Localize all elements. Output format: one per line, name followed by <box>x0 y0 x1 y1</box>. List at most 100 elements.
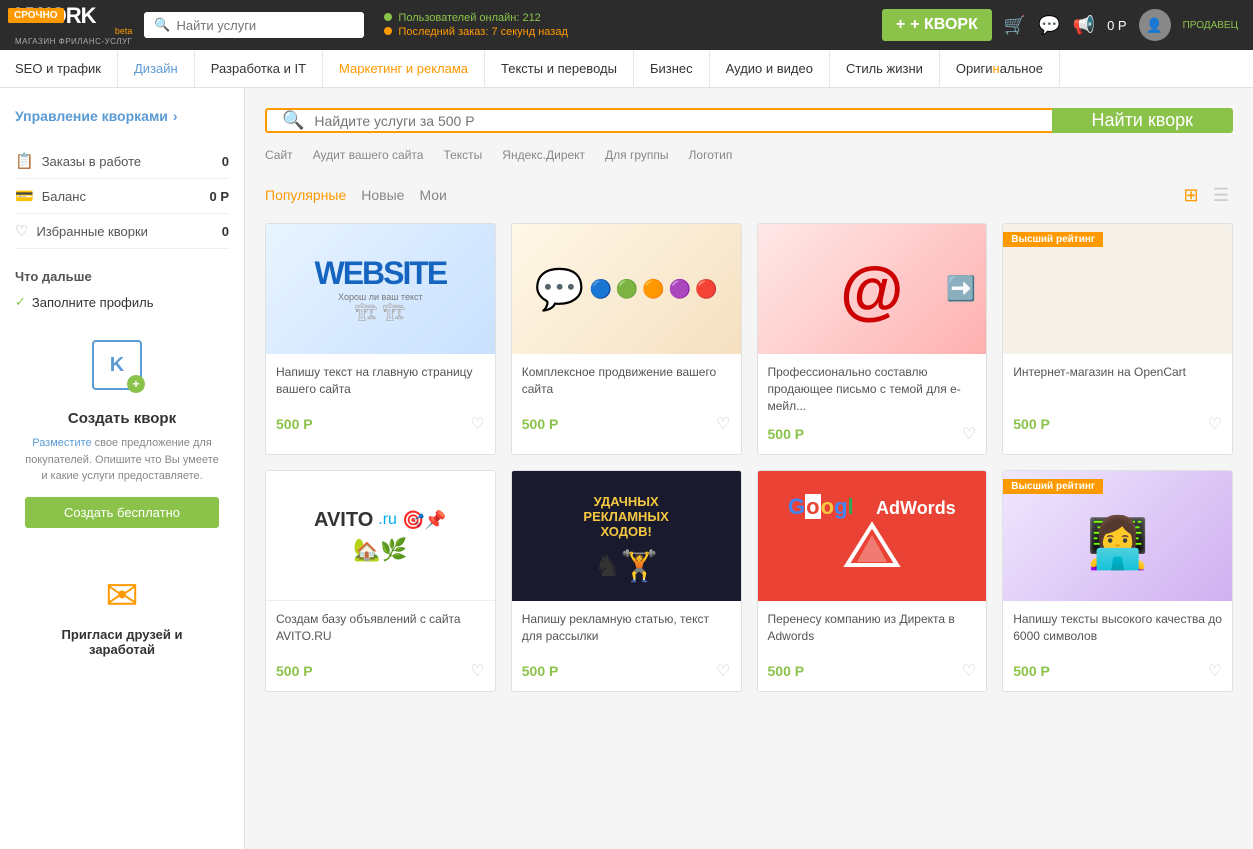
card-3-body: Профессионально составлю продающее письм… <box>758 354 987 454</box>
top-rating-badge-8: Высший рейтинг <box>1003 479 1103 494</box>
invite-title: Пригласи друзей и заработай <box>25 627 219 657</box>
card-8-body: Напишу тексты высокого качества до 6000 … <box>1003 601 1232 691</box>
quick-link-audit[interactable]: Аудит вашего сайта <box>313 148 424 162</box>
card-6-price: 500 Р <box>522 663 559 679</box>
sidebar-create-block: K + Создать кворк Разместите свое предло… <box>15 325 229 563</box>
tab-mine[interactable]: Мои <box>419 182 456 208</box>
card-1[interactable]: WEBSITE Хорош ли ваш текст 🏗 🏗 Напишу те… <box>265 223 496 455</box>
card-2-favorite[interactable]: ♡ <box>716 414 730 434</box>
card-4-price: 500 Р <box>1013 416 1050 432</box>
nav-dev[interactable]: Разработка и IT <box>195 50 323 88</box>
main-search-input[interactable] <box>314 113 1036 129</box>
card-8[interactable]: Высший рейтинг 👩‍💻 Напишу тексты высоког… <box>1002 470 1233 692</box>
nav-audio[interactable]: Аудио и видео <box>710 50 830 88</box>
sidebar-item-favorites[interactable]: ♡ Избранные кворки 0 <box>15 214 229 249</box>
tabs-section: Популярные Новые Мои ⊞ ☰ <box>265 182 1233 208</box>
search-section: 🔍 Найти кворк <box>265 108 1233 133</box>
create-kwork-icon: K + <box>92 340 142 390</box>
card-2-title: Комплексное продвижение вашего сайта <box>522 364 731 404</box>
create-title: Создать кворк <box>25 410 219 427</box>
kwork-letter-icon: K <box>110 354 124 377</box>
header-search-box: 🔍 <box>144 12 364 38</box>
card-3-favorite[interactable]: ♡ <box>962 424 976 444</box>
card-2-body: Комплексное продвижение вашего сайта 500… <box>512 354 741 444</box>
nav-business[interactable]: Бизнес <box>634 50 710 88</box>
card-5-favorite[interactable]: ♡ <box>470 661 484 681</box>
razmesite-link[interactable]: Разместите <box>32 437 91 449</box>
search-button[interactable]: Найти кворк <box>1052 108 1234 133</box>
people-icons: 🔵 🟢 🟠 🟣 🔴 <box>589 279 717 300</box>
content-area: 🔍 Найти кворк Сайт Аудит вашего сайта Те… <box>245 88 1253 849</box>
header-search-input[interactable] <box>177 18 337 33</box>
nav-texts[interactable]: Тексты и переводы <box>485 50 634 88</box>
quick-link-group[interactable]: Для группы <box>605 148 669 162</box>
card-4-footer: 500 Р ♡ <box>1013 414 1222 434</box>
avito-dot: .ru <box>378 511 397 529</box>
woman-icon: 👩‍💻 <box>1086 514 1148 573</box>
quick-link-yandex[interactable]: Яндекс.Директ <box>502 148 585 162</box>
card-7-favorite[interactable]: ♡ <box>962 661 976 681</box>
nav-lifestyle[interactable]: Стиль жизни <box>830 50 940 88</box>
sidebar-section-title: Что дальше <box>15 269 229 284</box>
card-2-footer: 500 Р ♡ <box>522 414 731 434</box>
card-3[interactable]: @ ➡️ Профессионально составлю продающее … <box>757 223 988 455</box>
card-3-footer: 500 Р ♡ <box>768 424 977 444</box>
card-7-price: 500 Р <box>768 663 805 679</box>
quick-link-texts[interactable]: Тексты <box>443 148 482 162</box>
card-4-body: Интернет-магазин на OpenCart СРОЧНО 500 … <box>1003 354 1232 444</box>
card-8-footer: 500 Р ♡ <box>1013 661 1222 681</box>
quick-link-logo[interactable]: Логотип <box>689 148 733 162</box>
plus-badge-icon: + <box>127 375 145 393</box>
nav-original[interactable]: Оригинальное <box>940 50 1060 88</box>
sidebar-item-balance[interactable]: 💳 Баланс 0 Р <box>15 179 229 214</box>
tab-new[interactable]: Новые <box>361 182 414 208</box>
card-6-body: Напишу рекламную статью, текст для рассы… <box>512 601 741 691</box>
nav-seo[interactable]: SEO и трафик <box>15 50 118 88</box>
tab-popular[interactable]: Популярные <box>265 182 356 208</box>
card-5[interactable]: AVITO .ru 🎯📌 🏡🌿 Создам базу объявлений с… <box>265 470 496 692</box>
card-8-favorite[interactable]: ♡ <box>1208 661 1222 681</box>
balance-icon: 💳 <box>15 187 34 205</box>
grid-view-icon[interactable]: ⊞ <box>1179 183 1203 207</box>
card-2-price: 500 Р <box>522 416 559 432</box>
card-6[interactable]: УДАЧНЫХРЕКЛАМНЫХХОДОВ! ♞🏋 Напишу рекламн… <box>511 470 742 692</box>
status-online: Пользователей онлайн: 212 <box>384 12 568 24</box>
card-5-image: AVITO .ru 🎯📌 🏡🌿 <box>266 471 495 601</box>
list-view-icon[interactable]: ☰ <box>1209 183 1233 207</box>
chevron-right-icon: › <box>173 108 178 124</box>
card-1-title: Напишу текст на главную страницу вашего … <box>276 364 485 404</box>
card-4-favorite[interactable]: ♡ <box>1208 414 1222 434</box>
sidebar-item-orders[interactable]: 📋 Заказы в работе 0 <box>15 144 229 179</box>
create-free-button[interactable]: Создать бесплатно <box>25 497 219 528</box>
card-8-title: Напишу тексты высокого качества до 6000 … <box>1013 611 1222 651</box>
sidebar-profile[interactable]: ✓ Заполните профиль <box>15 294 229 310</box>
google-adwords-logo: Google AdWords <box>788 494 956 520</box>
online-dot <box>384 13 392 21</box>
add-kwork-button[interactable]: + + КВОРК <box>882 9 992 41</box>
card-6-favorite[interactable]: ♡ <box>716 661 730 681</box>
quick-links: Сайт Аудит вашего сайта Тексты Яндекс.Ди… <box>265 148 1233 162</box>
card-6-title: Напишу рекламную статью, текст для рассы… <box>522 611 731 651</box>
avito-icons: 🎯📌 <box>402 510 447 531</box>
triangle-logo <box>842 520 902 579</box>
header-status: Пользователей онлайн: 212 Последний зака… <box>384 12 568 38</box>
notifications-icon[interactable]: 📢 <box>1073 15 1095 36</box>
seller-badge: ПРОДАВЕЦ <box>1183 20 1238 31</box>
card-1-favorite[interactable]: ♡ <box>470 414 484 434</box>
orders-icon: 📋 <box>15 152 34 170</box>
nav-marketing[interactable]: Маркетинг и реклама <box>323 50 485 88</box>
cart-icon[interactable]: 🛒 <box>1004 15 1026 36</box>
nav-design[interactable]: Дизайн <box>118 50 195 88</box>
card-7-footer: 500 Р ♡ <box>768 661 977 681</box>
avito-logo-wrap: AVITO .ru 🎯📌 <box>314 509 447 532</box>
sidebar-manage[interactable]: Управление кворками › <box>15 108 229 124</box>
card-7[interactable]: Google AdWords Перенесу компанию из Дире… <box>757 470 988 692</box>
card-2[interactable]: 💬 🔵 🟢 🟠 🟣 🔴 Комплексное продвижение ваше… <box>511 223 742 455</box>
avatar[interactable]: 👤 <box>1139 9 1171 41</box>
avito-text: AVITO <box>314 509 373 532</box>
quick-link-site[interactable]: Сайт <box>265 148 293 162</box>
create-icon-container: K + <box>92 340 152 400</box>
card-4[interactable]: Высший рейтинг Интернет-магазин на OpenC… <box>1002 223 1233 455</box>
messages-icon[interactable]: 💬 <box>1038 15 1060 36</box>
card-5-price: 500 Р <box>276 663 313 679</box>
